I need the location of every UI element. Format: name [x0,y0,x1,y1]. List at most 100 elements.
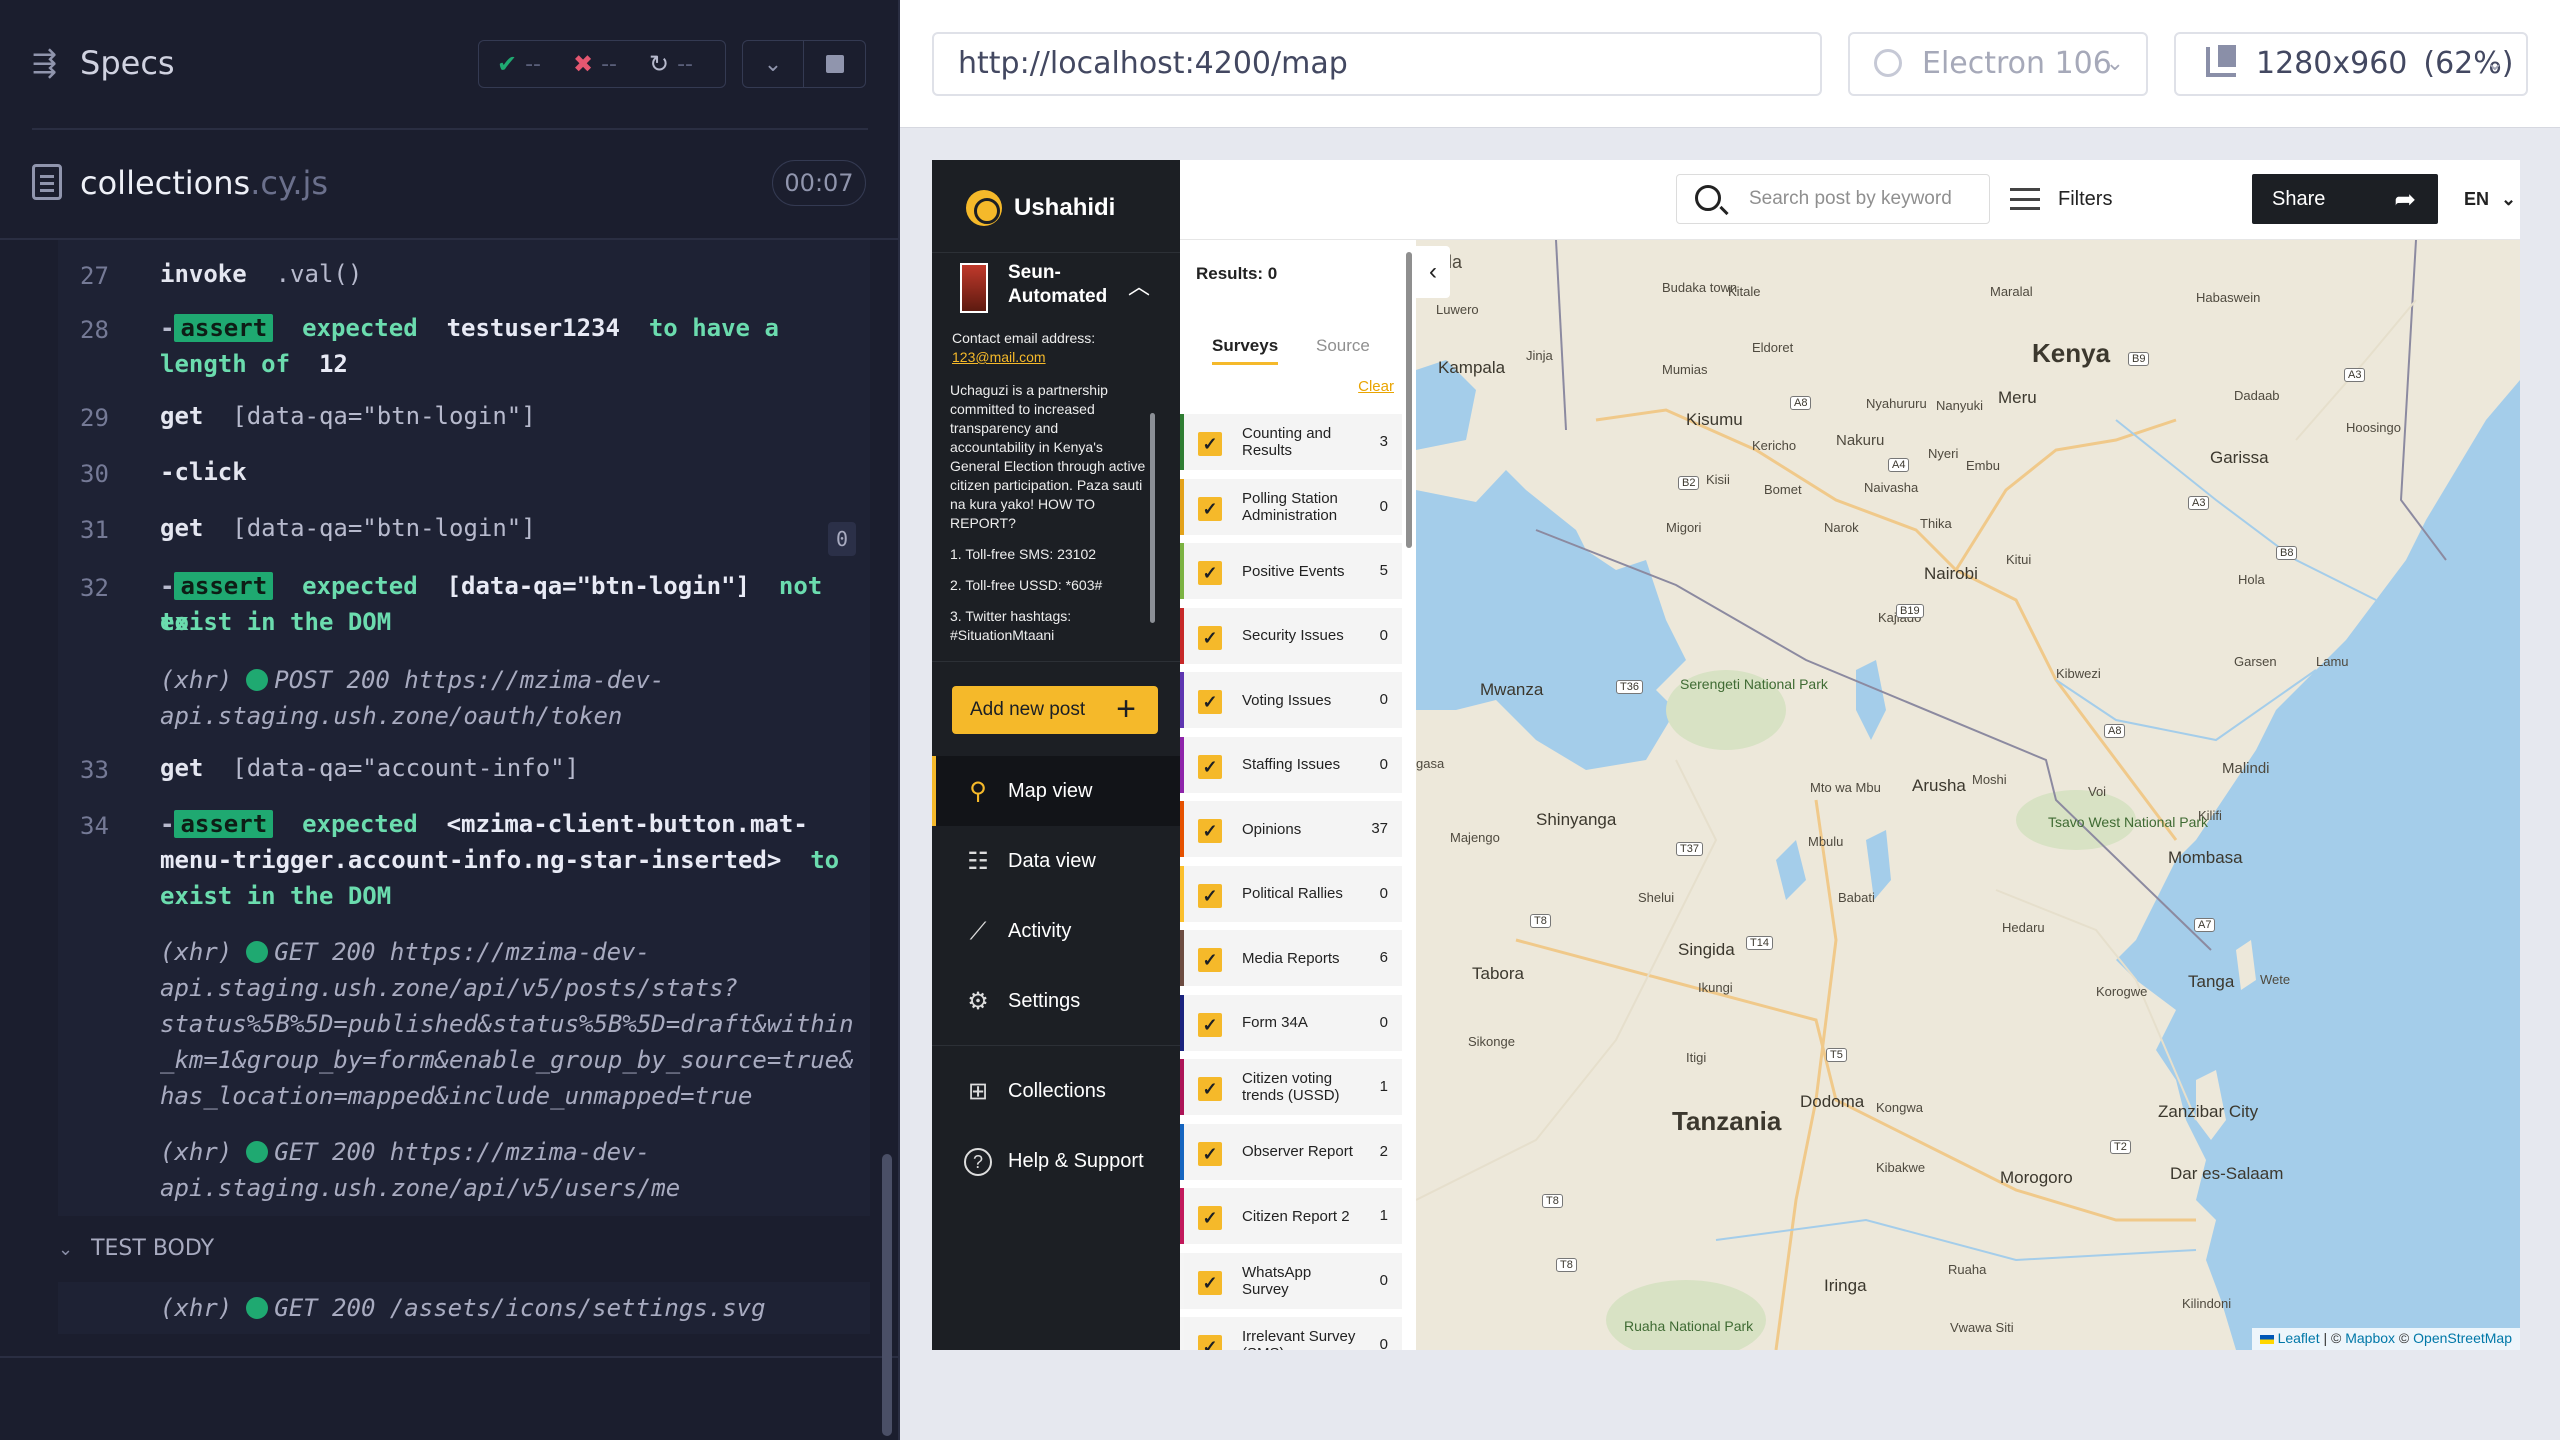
xhr-label: (xhr) [160,666,233,694]
gear-icon: ⚙ [967,988,989,1015]
map-label: Vwawa Siti [1950,1320,2014,1335]
deployment-scrollbar[interactable] [1150,413,1155,623]
language-selector[interactable]: EN ⌄ [2464,174,2516,224]
url-bar[interactable]: http://localhost:4200/map [932,32,1822,96]
stop-button[interactable] [804,40,866,88]
filter-panel-scrollbar[interactable] [1406,252,1412,548]
leaflet-link[interactable]: Leaflet [2278,1330,2320,1346]
spec-file-row[interactable]: collections.cy.js 00:07 [0,150,900,220]
road-shield: T37 [1676,842,1703,856]
survey-filter-item[interactable]: ✓ Security Issues 0 [1180,607,1402,664]
checkbox-checked-icon[interactable]: ✓ [1198,1012,1222,1037]
map-label: Kisii [1706,472,1730,487]
survey-filter-item[interactable]: ✓ Polling Station Administration 0 [1180,478,1402,535]
survey-filter-item[interactable]: ✓ Form 34A 0 [1180,994,1402,1051]
xhr-row[interactable]: (xhr) GET 200 https://mzima-dev- [160,934,650,970]
nav-map-view[interactable]: ⚲ Map view [932,756,1180,826]
clear-filters-link[interactable]: Clear [1358,378,1394,395]
checkbox-checked-icon[interactable]: ✓ [1198,690,1222,714]
map-label: Thika [1920,516,1952,531]
viewport-selector[interactable]: 1280x960 (62%) ⌄ [2174,32,2528,96]
survey-count: 0 [1379,1013,1388,1031]
survey-color-bar [1180,1188,1184,1244]
checkbox-checked-icon[interactable]: ✓ [1198,1141,1222,1166]
survey-filter-item[interactable]: ✓ Media Reports 6 [1180,930,1402,986]
nav-help-support[interactable]: ? Help & Support [932,1126,1180,1196]
survey-filter-item[interactable]: ✓ Opinions 37 [1180,801,1402,857]
chevron-down-icon[interactable]: ⌄ [742,40,804,88]
checkbox-checked-icon[interactable]: ✓ [1198,561,1222,585]
nav-activity[interactable]: ⟋ Activity [932,896,1180,966]
share-button[interactable]: Share ➦ [2252,174,2438,224]
checkbox-checked-icon[interactable]: ✓ [1198,754,1222,779]
map-label: Ikungi [1698,980,1733,995]
map-label: Nakuru [1836,432,1885,449]
assert-row[interactable]: - assert expected <mzima-client-button.ma… [160,806,860,842]
survey-filter-item[interactable]: ✓ Observer Report 2 [1180,1123,1402,1180]
openstreetmap-link[interactable]: OpenStreetMap [2413,1330,2512,1346]
survey-count: 37 [1371,820,1388,837]
filters-button[interactable]: Filters [2010,174,2112,224]
survey-count: 1 [1379,1078,1388,1095]
nav-data-view[interactable]: ☷ Data view [932,826,1180,896]
checkbox-checked-icon[interactable]: ✓ [1198,1206,1222,1230]
map-label: Malindi [2222,760,2270,777]
survey-filter-item[interactable]: ✓ WhatsApp Survey 0 [1180,1252,1402,1309]
checkbox-checked-icon[interactable]: ✓ [1198,1335,1222,1350]
browser-selector[interactable]: Electron 106 ⌄ [1848,32,2148,96]
checkbox-checked-icon[interactable]: ✓ [1198,496,1222,521]
contact-label: Contact email address: [952,330,1096,346]
survey-filter-item[interactable]: ✓ Political Rallies 0 [1180,865,1402,922]
test-body-header[interactable]: ⌄ TEST BODY [58,1236,214,1261]
survey-filter-item[interactable]: ✓ Irrelevant Survey (SMS) 0 [1180,1317,1402,1350]
survey-color-bar [1180,801,1184,857]
survey-filter-item[interactable]: ✓ Staffing Issues 0 [1180,736,1402,793]
xhr-row[interactable]: (xhr) GET 200 https://mzima-dev- [160,1134,650,1170]
checkbox-checked-icon[interactable]: ✓ [1198,948,1222,972]
mapbox-link[interactable]: Mapbox [2345,1330,2395,1346]
brand-logo[interactable]: Ushahidi [966,190,1115,226]
search-input[interactable]: Search post by keyword [1676,174,1990,224]
survey-filter-item[interactable]: ✓ Citizen voting trends (USSD) 1 [1180,1059,1402,1115]
checkbox-checked-icon[interactable]: ✓ [1198,883,1222,908]
survey-filter-item[interactable]: ✓ Counting and Results 3 [1180,414,1402,470]
specs-title[interactable]: Specs [80,44,175,82]
help-icon: ? [964,1148,992,1176]
chevron-up-icon[interactable]: ︿ [1128,269,1150,301]
log-scrollbar[interactable] [882,1154,892,1436]
assert-value: testuser1234 [446,314,620,342]
nav-collections[interactable]: ⊞ Collections [932,1056,1180,1126]
contact-email-link[interactable]: 123@mail.com [952,349,1046,365]
tab-surveys[interactable]: Surveys [1212,336,1279,365]
map-label: Nairobi [1924,564,1978,583]
command-row[interactable]: get [data-qa="btn-login"] [160,398,536,434]
collapse-panel-button[interactable]: ‹ [1416,246,1450,298]
checkbox-checked-icon[interactable]: ✓ [1198,625,1222,650]
command-row[interactable]: -click [160,454,247,490]
test-body-xhr-row[interactable]: (xhr) GET 200 /assets/icons/settings.svg [58,1282,870,1334]
chevron-down-icon: ⌄ [2485,51,2504,76]
nav-settings[interactable]: ⚙ Settings [932,966,1180,1036]
assert-row[interactable]: - assert expected testuser1234 to have a [160,310,860,346]
add-new-post-button[interactable]: Add new post + [952,686,1158,734]
survey-filter-item[interactable]: ✓ Citizen Report 2 1 [1180,1188,1402,1244]
command-row[interactable]: get [data-qa="account-info"] [160,750,579,786]
map-view[interactable]: da Luwero Kampala Jinja Budaka town Kita… [1416,240,2520,1350]
specs-list-icon[interactable]: ⇶ [32,48,64,80]
survey-label: Security Issues [1242,627,1344,644]
command-row[interactable]: get [data-qa="btn-login"] [160,510,536,546]
document-icon [32,164,62,200]
command-row[interactable]: invoke .val() [160,256,362,292]
survey-filter-item[interactable]: ✓ Positive Events 5 [1180,543,1402,599]
road-shield: T14 [1746,936,1773,950]
checkbox-checked-icon[interactable]: ✓ [1198,1077,1222,1101]
checkbox-checked-icon[interactable]: ✓ [1198,1270,1222,1295]
map-label: Kongwa [1876,1100,1923,1115]
tab-source[interactable]: Source [1316,336,1370,356]
checkbox-checked-icon[interactable]: ✓ [1198,432,1222,456]
survey-filter-item[interactable]: ✓ Voting Issues 0 [1180,672,1402,728]
survey-count: 0 [1379,1271,1388,1289]
checkbox-checked-icon[interactable]: ✓ [1198,819,1222,843]
road-shield: T8 [1530,914,1551,928]
xhr-row[interactable]: (xhr) POST 200 https://mzima-dev- [160,662,664,698]
